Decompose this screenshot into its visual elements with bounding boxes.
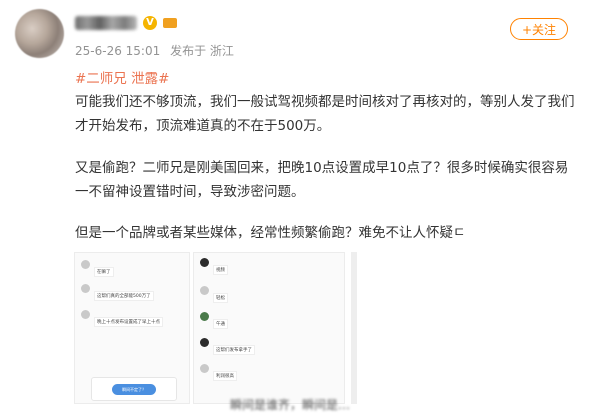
chat-bubble: 晚上十点发布设置成了早上十点: [94, 317, 163, 327]
chat-avatar: [200, 286, 209, 295]
question-banner: 瞬间不定了？: [91, 377, 177, 401]
chat-avatar: [81, 260, 90, 269]
post-image[interactable]: 视频 轻松 午通 这帮们发布拿手了 利润很高: [193, 252, 345, 404]
post-paragraph: 可能我们还不够顶流，我们一般试驾视频都是时间核对了再核对的，等别人发了我们才开始…: [75, 94, 575, 134]
post-image-edge[interactable]: [351, 252, 357, 404]
post-paragraph: 但是一个品牌或者某些媒体，经常性频繁偷跑？难免不让人怀疑ㄷ: [75, 225, 466, 241]
chat-avatar: [81, 284, 90, 293]
chat-bubble: 午通: [213, 319, 228, 329]
banner-button[interactable]: 瞬间不定了？: [112, 384, 156, 395]
fan-badge-icon: [163, 18, 177, 28]
chat-avatar: [81, 310, 90, 319]
username-blurred[interactable]: [75, 16, 137, 30]
banner-button-label: 瞬间不定了？: [122, 387, 146, 392]
avatar[interactable]: [15, 9, 64, 58]
chat-bubble: 轻松: [213, 293, 228, 303]
post-image[interactable]: 在嘛了 这帮们真的全部能500万了 晚上十点发布设置成了早上十点 瞬间不定了？: [74, 252, 190, 404]
weibo-post: V 25-6-26 15:01 发布于 浙江 +关注 #二师兄 泄露# 可能我们…: [0, 0, 600, 412]
chat-avatar: [200, 258, 209, 267]
post-meta: 25-6-26 15:01 发布于 浙江: [75, 42, 240, 59]
post-datetime[interactable]: 25-6-26 15:01: [75, 44, 160, 58]
post-paragraph: 又是偷跑？二师兄是刚美国回来，把晚10点设置成早10点了？很多时候确实很容易一不…: [75, 160, 569, 200]
cut-off-text: 瞬间是谁齐，瞬间是…: [230, 398, 351, 412]
username-row[interactable]: V: [75, 13, 177, 33]
chat-avatar: [200, 312, 209, 321]
chat-bubble: 这帮们发布拿手了: [213, 345, 255, 355]
chat-bubble: 在嘛了: [94, 267, 114, 277]
topic-hashtag[interactable]: #二师兄 泄露#: [75, 67, 169, 87]
chat-avatar: [200, 338, 209, 347]
post-source: 发布于 浙江: [170, 44, 234, 58]
chat-avatar: [200, 364, 209, 373]
follow-button[interactable]: +关注: [510, 18, 568, 40]
chat-bubble: 利润很高: [213, 371, 237, 381]
verified-badge-icon: V: [143, 16, 157, 30]
chat-bubble: 视频: [213, 265, 228, 275]
chat-bubble: 这帮们真的全部能500万了: [94, 291, 154, 301]
